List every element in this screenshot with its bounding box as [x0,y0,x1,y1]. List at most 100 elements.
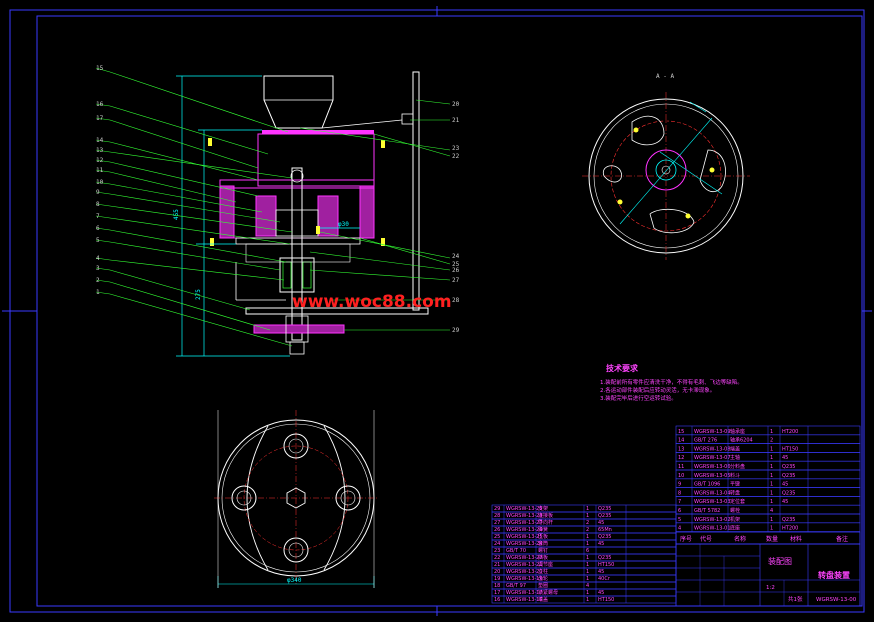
bom-cell-no: 25 [494,534,500,540]
bom-cell-name: 套筒 [538,540,548,547]
bom-cell-name: 主轴 [730,454,740,461]
bom-cell-no: 20 [494,569,500,575]
bom-cell-no: 18 [494,583,500,589]
callout-label: 28 [452,297,460,304]
bom-cell-no: 14 [678,438,684,444]
bom-header: 数量 [766,535,778,543]
bom-cell-name: 转盘 [730,489,740,496]
bom-cell-qty: 2 [586,520,589,526]
bom-header: 代号 [700,535,712,543]
bom-cell-code: GB/T 276 [694,438,717,444]
assembly-label: 装配图 [768,556,792,566]
callout-label: 8 [96,201,100,208]
bom-cell-qty: 1 [586,506,589,512]
dim-base-dia: φ340 [287,577,302,584]
bom-cell-mat: 40Cr [598,576,611,582]
callout-label: 9 [96,189,100,196]
callout-label: 13 [96,147,104,154]
callout-label: 24 [452,253,460,260]
bom-cell-qty: 2 [770,438,773,444]
callout-label: 23 [452,145,460,152]
bom-cell-name: 挡板 [538,554,548,561]
tech-note: 1.装配前所有零件应清洗干净，不得有毛刺、飞边等缺陷。 [600,378,743,386]
bom-cell-qty: 4 [586,583,589,589]
callout-label: 6 [96,225,100,232]
watermark: www.woc88.com [292,292,452,312]
bom-cell-qty: 1 [770,473,773,479]
callout-label: 27 [452,277,460,284]
callout-label: 12 [96,157,104,164]
bom-cell-name: 底座 [730,525,740,532]
bom-header: 材料 [790,535,802,543]
drawing-scale: 1:2 [766,585,775,591]
bom-cell-qty: 1 [586,597,589,603]
bom-cell-name: 齿轮 [538,575,548,582]
callout-label: 17 [96,115,104,122]
callout-label: 29 [452,327,460,334]
bom-cell-mat: 65Mn [598,527,612,533]
bom-cell-name: 定位套 [730,498,745,505]
drawing-title: 转盘装置 [818,570,850,580]
callout-label: 20 [452,101,460,108]
bom-cell-no: 6 [678,508,681,514]
bom-cell-name: 导向杆 [538,519,553,526]
callout-label: 7 [96,213,100,220]
bom-cell-qty: 1 [770,517,773,523]
bom-cell-qty: 6 [586,548,589,554]
bom-cell-no: 15 [678,429,684,435]
bom-cell-no: 23 [494,548,500,554]
bom-cell-mat: Q235 [598,506,611,512]
bom-header: 序号 [680,535,692,543]
bom-cell-qty: 1 [586,534,589,540]
callout-label: 5 [96,237,100,244]
bom-cell-name: 垫圈 [538,582,548,589]
bom-cell-mat: Q235 [598,555,611,561]
callout-label: 22 [452,153,460,160]
bom-cell-mat: 45 [598,520,604,526]
bom-cell-no: 29 [494,506,500,512]
bom-cell-qty: 1 [586,541,589,547]
callout-label: 4 [96,255,100,262]
bom-cell-no: 22 [494,555,500,561]
bom-cell-code: WGRSW-13-08 [694,446,731,452]
callout-label: 15 [96,65,104,72]
bom-cell-qty: 1 [770,455,773,461]
bom-cell-code: WGRSW-13-09 [694,429,731,435]
bom-header: 备注 [836,535,848,543]
bom-header: 名称 [734,535,746,543]
bom-cell-mat: 45 [598,541,604,547]
bom-cell-name: 立柱 [538,568,548,575]
bom-cell-mat: HT200 [782,429,798,435]
bom-cell-qty: 1 [586,576,589,582]
callout-label: 16 [96,101,104,108]
bom-cell-mat: HT200 [782,526,798,532]
body-wall-left [219,185,235,239]
section-view-label: A - A [656,73,674,80]
callout-label: 21 [452,117,460,124]
bom-cell-no: 17 [494,590,500,596]
bom-cell-mat: 45 [598,590,604,596]
bom-cell-mat: Q235 [598,513,611,519]
bom-cell-no: 16 [494,597,500,603]
tech-note: 2.各运动部件装配后应转动灵活，无卡滞现象。 [600,386,715,394]
bom-cell-name: 调节座 [538,561,553,568]
bom-cell-name: 连接板 [538,512,553,519]
bom-cell-code: GB/T 5782 [694,508,720,514]
drawing-number: WGRSW-13-00 [816,597,857,603]
bom-cell-no: 13 [678,446,684,452]
bom-cell-no: 28 [494,513,500,519]
bom-cell-code: GB/T 97 [506,583,526,589]
callout-label: 14 [96,137,104,144]
bom-cell-qty: 1 [586,569,589,575]
bom-cell-no: 26 [494,527,500,533]
bom-cell-mat: 45 [782,482,788,488]
bom-cell-no: 10 [678,473,684,479]
bom-cell-qty: 1 [586,562,589,568]
bom-cell-name: 弹簧 [538,526,548,533]
bom-cell-name: 端盖 [538,596,548,603]
callout-label: 26 [452,267,460,274]
bom-cell-no: 27 [494,520,500,526]
bom-cell-qty: 1 [770,482,773,488]
tech-title: 技术要求 [606,363,639,373]
bom-cell-no: 12 [678,455,684,461]
